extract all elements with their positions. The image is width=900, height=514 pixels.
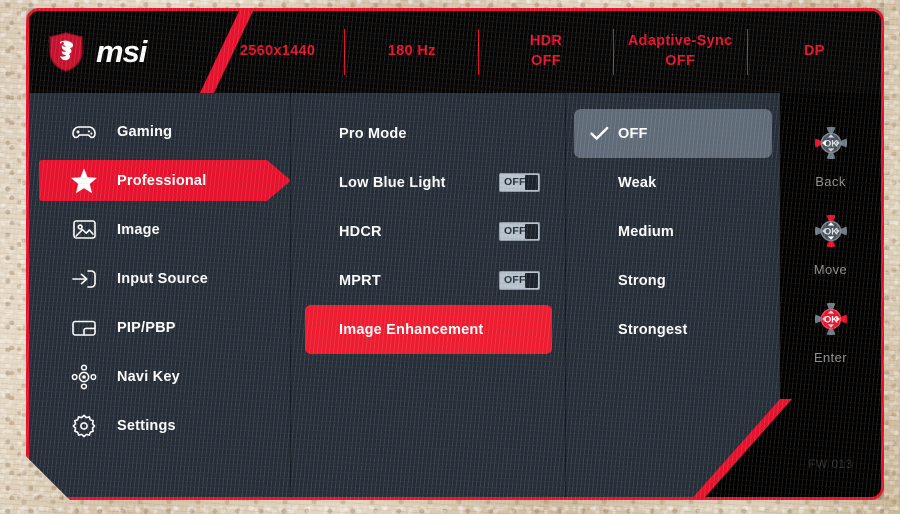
submenu-item-label: Low Blue Light (339, 174, 446, 191)
status-resolution: 2560x1440 (211, 25, 344, 79)
option-item-label: Strongest (618, 321, 688, 338)
low-blue-light-toggle[interactable]: OFF (499, 173, 540, 192)
submenu-item-low-blue-light[interactable]: Low Blue Light OFF (305, 158, 552, 207)
checkmark-icon (588, 126, 610, 141)
option-item-off[interactable]: OFF (574, 109, 772, 158)
sidebar-item-label: Gaming (117, 123, 173, 140)
brand-logo-area: msi (29, 11, 211, 93)
sidebar-item-input-source[interactable]: Input Source (29, 254, 291, 303)
sidebar-item-label: Input Source (117, 270, 209, 287)
star-icon (70, 167, 98, 195)
status-refresh-rate: 180 Hz (345, 25, 478, 79)
status-refresh-rate-value: 180 Hz (387, 43, 436, 60)
status-hdr-value: OFF (531, 53, 561, 69)
sidebar-menu: Gaming Professional Image Input Source P… (29, 93, 291, 500)
navkey-move[interactable]: OK Move (803, 203, 859, 277)
navkey-label: Enter (813, 350, 848, 365)
submenu-list: Pro Mode Low Blue Light OFF HDCR OFF MPR… (291, 93, 566, 500)
status-adaptive-sync-label: Adaptive-Sync (627, 33, 733, 50)
sidebar-item-label: Image (117, 221, 160, 238)
status-input-port: DP (748, 25, 881, 79)
sidebar-item-professional[interactable]: Professional (29, 156, 291, 205)
msi-wordmark: msi (96, 34, 147, 69)
option-item-label: Weak (618, 174, 657, 191)
status-adaptive-sync-value: OFF (665, 53, 696, 69)
option-item-weak[interactable]: Weak (574, 158, 772, 207)
sidebar-item-navi-key[interactable]: Navi Key (29, 352, 291, 401)
svg-text:OK: OK (824, 227, 838, 237)
submenu-item-label: Image Enhancement (339, 321, 484, 338)
submenu-item-hdcr[interactable]: HDCR OFF (305, 207, 552, 256)
status-hdr: HDR OFF (479, 25, 612, 79)
navkey-label: Move (813, 262, 848, 277)
osd-body: Gaming Professional Image Input Source P… (29, 93, 881, 500)
submenu-item-label: MPRT (339, 272, 381, 289)
toggle-knob (525, 224, 538, 239)
submenu-item-label: Pro Mode (339, 125, 407, 142)
sidebar-item-label: Professional (117, 172, 207, 189)
msi-dragon-shield-icon (48, 32, 84, 72)
desk-background: msi 2560x1440 180 Hz HDR OFF Adaptive-Sy… (0, 0, 900, 514)
gear-icon (70, 412, 98, 440)
sidebar-item-pip-pbp[interactable]: PIP/PBP (29, 303, 291, 352)
submenu-item-label: HDCR (339, 223, 382, 240)
option-item-strong[interactable]: Strong (574, 256, 772, 305)
svg-text:OK: OK (824, 139, 838, 149)
hdcr-toggle[interactable]: OFF (499, 222, 540, 241)
sidebar-item-gaming[interactable]: Gaming (29, 107, 291, 156)
option-item-strongest[interactable]: Strongest (574, 305, 772, 354)
firmware-version: FW 013 (808, 457, 853, 471)
pip-pbp-icon (70, 314, 98, 342)
picture-icon (70, 216, 98, 244)
toggle-knob (525, 273, 538, 288)
dpad-updown-icon: OK (803, 203, 859, 259)
submenu-item-pro-mode[interactable]: Pro Mode (305, 109, 552, 158)
option-item-label: Strong (618, 272, 666, 289)
osd-header: msi 2560x1440 180 Hz HDR OFF Adaptive-Sy… (29, 11, 881, 93)
toggle-state-label: OFF (504, 225, 526, 238)
sidebar-item-image[interactable]: Image (29, 205, 291, 254)
navkey-back[interactable]: OK Back (803, 115, 859, 189)
dpad-left-icon: OK (803, 115, 859, 171)
navigation-key-guide: OK Back OK Move OK Enter FW 013 (780, 93, 881, 500)
status-input-port-value: DP (804, 43, 825, 60)
navkey-enter[interactable]: OK Enter (803, 291, 859, 365)
input-arrow-icon (70, 265, 98, 293)
status-resolution-value: 2560x1440 (239, 43, 316, 60)
status-hdr-label: HDR (529, 33, 563, 50)
toggle-knob (525, 175, 538, 190)
submenu-item-image-enhancement[interactable]: Image Enhancement (305, 305, 552, 354)
svg-text:OK: OK (824, 315, 838, 325)
navi-key-icon (70, 363, 98, 391)
toggle-state-label: OFF (504, 176, 526, 189)
submenu-item-mprt[interactable]: MPRT OFF (305, 256, 552, 305)
toggle-state-label: OFF (504, 274, 526, 287)
osd-menu-window: msi 2560x1440 180 Hz HDR OFF Adaptive-Sy… (26, 8, 884, 500)
dpad-ok-right-icon: OK (803, 291, 859, 347)
navkey-label: Back (815, 174, 846, 189)
sidebar-item-label: Settings (117, 417, 176, 434)
option-item-label: Medium (618, 223, 674, 240)
sidebar-item-settings[interactable]: Settings (29, 401, 291, 450)
status-bar: 2560x1440 180 Hz HDR OFF Adaptive-Sync O… (211, 11, 881, 93)
status-adaptive-sync: Adaptive-Sync OFF (614, 25, 747, 79)
option-item-label: OFF (618, 125, 648, 142)
option-item-medium[interactable]: Medium (574, 207, 772, 256)
mprt-toggle[interactable]: OFF (499, 271, 540, 290)
sidebar-item-label: Navi Key (117, 368, 180, 385)
sidebar-item-label: PIP/PBP (117, 319, 176, 336)
gamepad-icon (70, 118, 98, 146)
